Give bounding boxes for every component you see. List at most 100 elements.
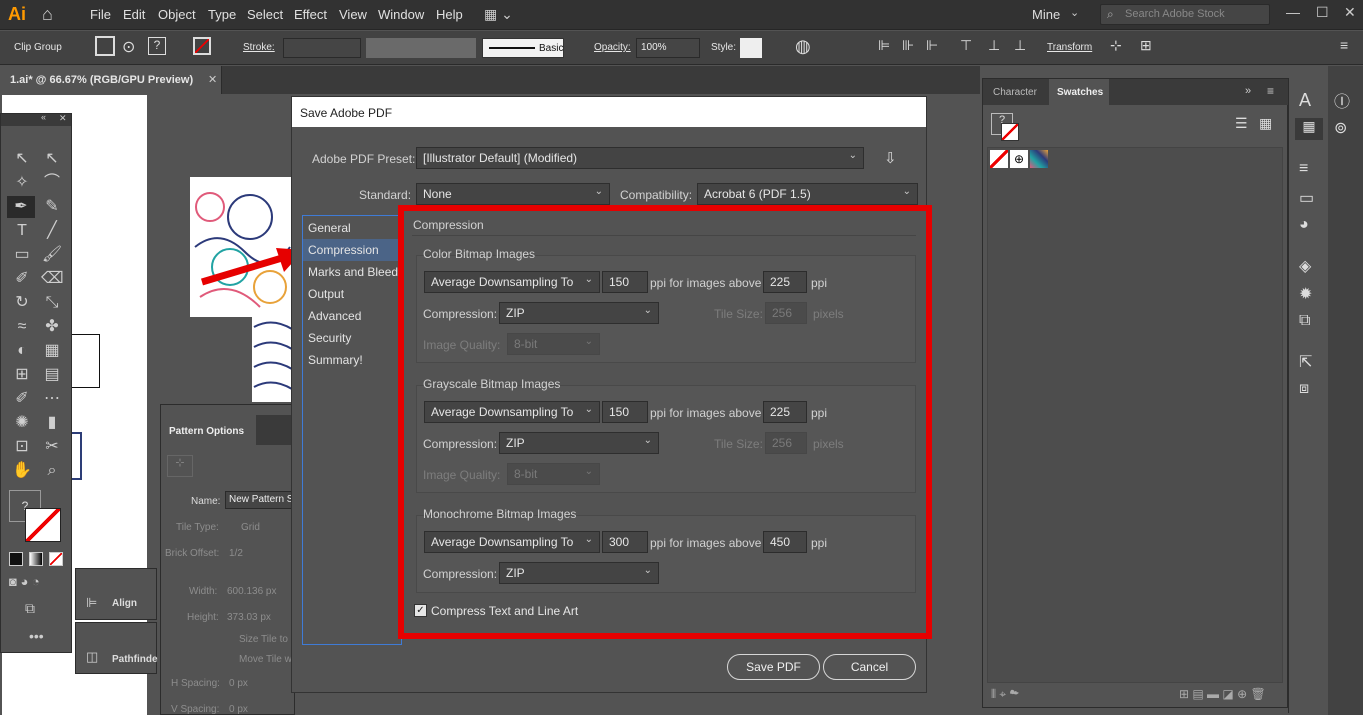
section-summary[interactable]: Summary! [303, 349, 401, 371]
gradient-mode-icon[interactable] [29, 552, 43, 566]
gradient-tool-icon[interactable]: ▤ [41, 364, 63, 386]
menu-object[interactable]: Object [158, 7, 196, 22]
menu-window[interactable]: Window [378, 7, 424, 22]
stroke-panel-icon[interactable]: ≡ [1299, 160, 1308, 178]
curvature-tool-icon[interactable]: ✎ [41, 196, 63, 218]
symbol-sprayer-icon[interactable]: ✺ [11, 412, 33, 434]
layers-icon[interactable]: ◈ [1299, 256, 1311, 276]
warp-tool-icon[interactable]: ≈ [11, 316, 33, 338]
cancel-button[interactable]: Cancel [823, 654, 916, 680]
libraries-icon[interactable]: Ⓘ [1334, 88, 1350, 112]
pen-tool-icon[interactable]: ✒ [7, 196, 35, 218]
pattern-options-tab[interactable]: Pattern Options [161, 415, 256, 445]
zoom-tool-icon[interactable]: ⌕ [41, 460, 63, 482]
distribute-icon[interactable]: ⊹ [1110, 37, 1122, 54]
align-bottom-icon[interactable]: ⊥ [1014, 37, 1026, 54]
swatch-none[interactable] [990, 150, 1008, 168]
swatches-icon[interactable]: ▦ [1295, 118, 1323, 140]
save-preset-icon[interactable]: ⇩ [884, 149, 897, 167]
creative-cloud-icon[interactable]: ⊚ [1334, 118, 1347, 138]
menu-select[interactable]: Select [247, 7, 283, 22]
reference-point-icon[interactable]: ⊞ [1140, 37, 1152, 54]
menu-file[interactable]: File [90, 7, 111, 22]
transform-link[interactable]: Transform [1047, 42, 1092, 53]
stroke-weight-field[interactable] [283, 38, 361, 58]
align-panel[interactable]: ⊫ Align [75, 568, 157, 620]
graphic-style-swatch[interactable] [740, 38, 762, 58]
arrange-documents-icon[interactable]: ▦ ⌄ [484, 6, 513, 23]
align-middle-icon[interactable]: ⊥ [988, 37, 1000, 54]
close-icon[interactable]: ✕ [59, 113, 67, 124]
tab-swatches[interactable]: Swatches [1049, 79, 1109, 105]
align-top-icon[interactable]: ⊤ [960, 37, 972, 54]
swatch-registration[interactable]: ⊕ [1010, 150, 1028, 168]
direct-selection-tool-icon[interactable]: ↖ [41, 148, 63, 170]
menu-view[interactable]: View [339, 7, 367, 22]
stroke-swatch-indicator[interactable] [1001, 123, 1019, 141]
home-icon[interactable]: ⌂ [42, 4, 53, 25]
grid-view-icon[interactable]: ▦ [1259, 115, 1272, 132]
eraser-icon[interactable]: ⌫ [41, 268, 64, 290]
menu-edit[interactable]: Edit [123, 7, 145, 22]
selection-tool-icon[interactable]: ↖ [11, 148, 33, 170]
mesh-tool-icon[interactable]: ⊞ [11, 364, 33, 386]
artboards-icon[interactable]: ⧈ [1299, 380, 1309, 398]
align-left-icon[interactable]: ⊫ [878, 37, 890, 54]
collapse-icon[interactable]: « [41, 112, 46, 122]
swatch-pattern[interactable] [1030, 150, 1048, 168]
eyedropper-icon[interactable]: ✐ [11, 388, 33, 410]
recolor-icon[interactable]: ◍ [795, 36, 811, 57]
standard-select[interactable]: None ⌄ [416, 183, 610, 205]
graph-tool-icon[interactable]: ▮ [41, 412, 63, 434]
target-icon[interactable]: ⊙ [122, 37, 135, 57]
minimize-icon[interactable]: — [1286, 4, 1300, 20]
section-output[interactable]: Output [303, 283, 401, 305]
menu-type[interactable]: Type [208, 7, 236, 22]
menu-effect[interactable]: Effect [294, 7, 327, 22]
swatch-footer-icons[interactable]: ⫴ ⌖ ☁ [991, 687, 1019, 702]
graphic-styles-icon[interactable]: ⧉ [1299, 312, 1310, 330]
perspective-grid-icon[interactable]: ▦ [41, 340, 63, 362]
panel-menu-icon[interactable]: ≡ [1267, 84, 1274, 98]
transparency-icon[interactable]: ◕ [1299, 216, 1309, 234]
color-mode-icon[interactable] [9, 552, 23, 566]
menu-help[interactable]: Help [436, 7, 463, 22]
align-right-icon[interactable]: ⊩ [926, 37, 938, 54]
swatch-actions-icons[interactable]: ⊞ ▤ ▬ ◪ ⊕ 🗑 [1179, 687, 1266, 701]
align-center-icon[interactable]: ⊪ [902, 37, 914, 54]
slice-tool-icon[interactable]: ✂ [41, 436, 63, 458]
stroke-color-icon[interactable] [25, 508, 61, 542]
pattern-artwork-2[interactable] [252, 317, 294, 402]
appearance-icon[interactable]: ✹ [1299, 284, 1312, 304]
shaper-tool-icon[interactable]: ✐ [11, 268, 33, 290]
lasso-icon[interactable]: ⌒ [41, 172, 63, 194]
compatibility-select[interactable]: Acrobat 6 (PDF 1.5) ⌄ [697, 183, 918, 205]
stroke-swatch[interactable] [193, 37, 211, 55]
section-advanced[interactable]: Advanced [303, 305, 401, 327]
isolate-icon[interactable] [95, 36, 115, 56]
variable-width-profile[interactable] [366, 38, 476, 58]
save-pdf-button[interactable]: Save PDF [727, 654, 820, 680]
fill-swatch[interactable]: ? [148, 37, 166, 55]
screen-mode-icon[interactable]: ⧉ [25, 600, 35, 617]
section-general[interactable]: General [303, 217, 401, 239]
magic-wand-icon[interactable]: ✧ [11, 172, 33, 194]
puppet-warp-icon[interactable]: ✤ [41, 316, 63, 338]
tile-edit-icon[interactable]: ⊹ [167, 455, 193, 477]
scale-tool-icon[interactable]: ⤡ [41, 292, 63, 314]
workspace-switcher[interactable]: Mine [1032, 7, 1060, 22]
draw-mode-icon[interactable]: ◙ ◕ ◔ [9, 574, 40, 589]
panel-menu-icon[interactable]: ≡ [1340, 37, 1348, 53]
list-view-icon[interactable]: ☰ [1235, 115, 1248, 132]
gradient-panel-icon[interactable]: ▭ [1299, 188, 1314, 208]
pathfinder-panel[interactable]: ◫ Pathfinde [75, 622, 158, 674]
line-tool-icon[interactable]: ╱ [41, 220, 63, 242]
type-tool-icon[interactable]: T [11, 220, 33, 242]
export-icon[interactable]: ⇱ [1299, 352, 1312, 372]
brush-definition[interactable]: Basic [482, 38, 564, 58]
document-tab[interactable]: 1.ai* @ 66.67% (RGB/GPU Preview) ✕ [0, 66, 222, 94]
artboard-tool-icon[interactable]: ⊡ [11, 436, 33, 458]
more-tools-icon[interactable]: ••• [29, 628, 44, 644]
rectangle-tool-icon[interactable]: ▭ [11, 244, 33, 266]
blend-tool-icon[interactable]: ⋯ [41, 388, 63, 410]
